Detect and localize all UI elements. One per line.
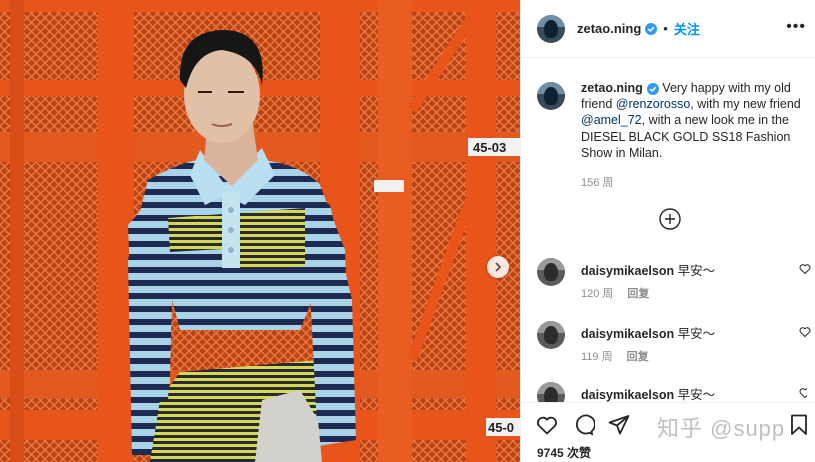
verified-badge-icon bbox=[646, 82, 659, 95]
commenter-avatar[interactable] bbox=[537, 258, 565, 286]
rack-sign-upper: 45-03 bbox=[473, 140, 506, 155]
comment-heart-icon[interactable] bbox=[799, 326, 811, 338]
commenter-avatar[interactable] bbox=[537, 382, 565, 402]
comment-meta: 119 周 回复 bbox=[581, 348, 663, 364]
comment-item: daisymikaelson 早安～ bbox=[537, 382, 807, 402]
caption-body-part2: , with my new friend bbox=[690, 97, 801, 112]
comment-heart-icon[interactable] bbox=[799, 263, 811, 275]
bookmark-icon[interactable] bbox=[787, 413, 811, 437]
reply-button[interactable]: 回复 bbox=[627, 351, 649, 363]
comment-body: 早安～ bbox=[677, 327, 716, 341]
more-icon[interactable]: ••• bbox=[786, 19, 806, 35]
comment-item: daisymikaelson 早安～ 120 周 回复 bbox=[537, 258, 811, 301]
comment-text: daisymikaelson 早安～ bbox=[581, 323, 715, 342]
follow-button[interactable]: 关注 bbox=[674, 19, 700, 38]
heart-icon[interactable] bbox=[535, 413, 559, 437]
comment-item: daisymikaelson 早安～ 119 周 回复 bbox=[537, 321, 811, 364]
mention-amel72-link[interactable]: @amel_72 bbox=[581, 113, 642, 127]
comment-text: daisymikaelson 早安～ bbox=[581, 384, 715, 402]
commenter-avatar[interactable] bbox=[537, 321, 565, 349]
post-caption: zetao.ning Very happy with my old friend… bbox=[537, 80, 807, 161]
commenter-username[interactable]: daisymikaelson bbox=[581, 264, 674, 278]
commenter-username[interactable]: daisymikaelson bbox=[581, 327, 674, 341]
commenter-username[interactable]: daisymikaelson bbox=[581, 388, 674, 402]
share-icon[interactable] bbox=[607, 413, 631, 437]
mention-renzorosso-link[interactable]: @renzorosso bbox=[616, 97, 691, 111]
reply-button[interactable]: 回复 bbox=[627, 288, 649, 300]
chevron-right-icon bbox=[495, 262, 502, 272]
post-actions-bar: 知乎 @supp 9745 次赞 bbox=[521, 402, 815, 462]
post-header: zetao.ning • 关注 ••• bbox=[521, 0, 815, 58]
next-photo-button[interactable] bbox=[487, 256, 509, 278]
plus-circle-icon[interactable] bbox=[659, 208, 681, 230]
comment-icon[interactable] bbox=[571, 413, 595, 437]
caption-author-username[interactable]: zetao.ning bbox=[581, 81, 643, 95]
comment-timestamp: 120 周 bbox=[581, 288, 614, 300]
comment-meta: 120 周 回复 bbox=[581, 285, 663, 301]
author-username[interactable]: zetao.ning bbox=[577, 21, 641, 36]
comment-timestamp: 119 周 bbox=[581, 351, 613, 363]
author-avatar[interactable] bbox=[537, 14, 565, 43]
comment-body: 早安～ bbox=[677, 264, 716, 278]
comment-heart-icon[interactable] bbox=[799, 387, 807, 399]
comment-text: daisymikaelson 早安～ bbox=[581, 260, 715, 279]
caption-author-avatar[interactable] bbox=[537, 82, 565, 110]
post-photo: 45-03 45-0 bbox=[0, 0, 520, 462]
photo-illustration: 45-03 45-0 bbox=[0, 0, 520, 462]
verified-badge-icon bbox=[645, 22, 658, 35]
rack-sign-lower: 45-0 bbox=[488, 420, 514, 435]
caption-text: zetao.ning Very happy with my old friend… bbox=[581, 80, 807, 161]
separator-dot: • bbox=[663, 21, 668, 36]
post-side-panel: zetao.ning • 关注 ••• zetao.ning Very happ… bbox=[520, 0, 815, 462]
zhihu-watermark: 知乎 @supp bbox=[657, 416, 786, 441]
likes-count[interactable]: 9745 次赞 bbox=[537, 444, 591, 461]
comment-body: 早安～ bbox=[677, 388, 716, 402]
caption-timestamp: 156 周 bbox=[581, 177, 614, 189]
